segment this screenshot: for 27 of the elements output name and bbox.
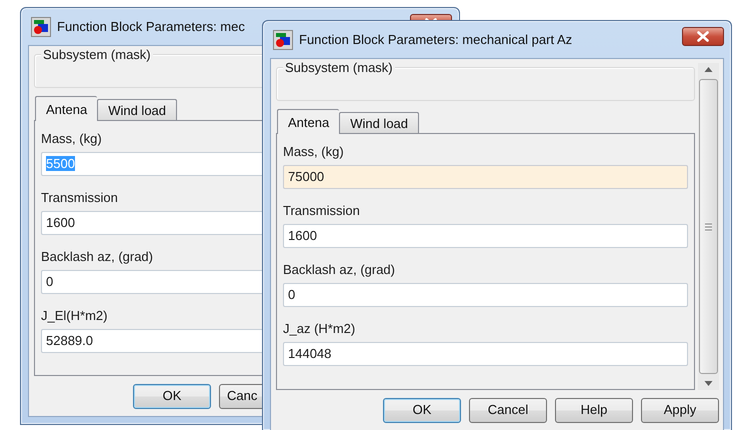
dialog-button[interactable]: Apply: [641, 398, 719, 422]
app-icon: [31, 16, 51, 36]
parameter-label: Transmission: [41, 189, 119, 206]
scrollbar[interactable]: [698, 63, 719, 390]
tab[interactable]: Antena: [277, 109, 340, 134]
dialog-button[interactable]: Help: [555, 398, 633, 422]
input-field[interactable]: 75000: [283, 165, 688, 189]
parameter-label: Mass, (kg): [41, 130, 103, 147]
tab[interactable]: Antena: [35, 96, 98, 121]
default-dialog-button[interactable]: OK: [383, 398, 461, 422]
window-title: Function Block Parameters: mechanical part Az: [299, 30, 572, 49]
group-label: Subsystem (mask): [283, 60, 395, 76]
parameter-label: J_El(H*m2): [41, 307, 108, 324]
window-title: Function Block Parameters: mec: [57, 18, 245, 36]
app-icon: [273, 30, 293, 50]
grip-icon: [705, 222, 712, 230]
tab[interactable]: Wind load: [339, 112, 420, 133]
scrollbar-thumb[interactable]: [699, 79, 718, 374]
input-field[interactable]: 1600: [283, 224, 688, 248]
tab[interactable]: Wind load: [97, 99, 178, 120]
close-button[interactable]: [682, 27, 724, 46]
input-field[interactable]: 0: [283, 283, 688, 307]
parameter-label: Backlash az, (grad): [41, 248, 154, 265]
default-dialog-button[interactable]: OK: [133, 384, 211, 408]
input-field[interactable]: 144048: [283, 342, 688, 366]
group-label: Subsystem (mask): [41, 47, 153, 63]
dialog-button[interactable]: Cancel: [469, 398, 547, 422]
